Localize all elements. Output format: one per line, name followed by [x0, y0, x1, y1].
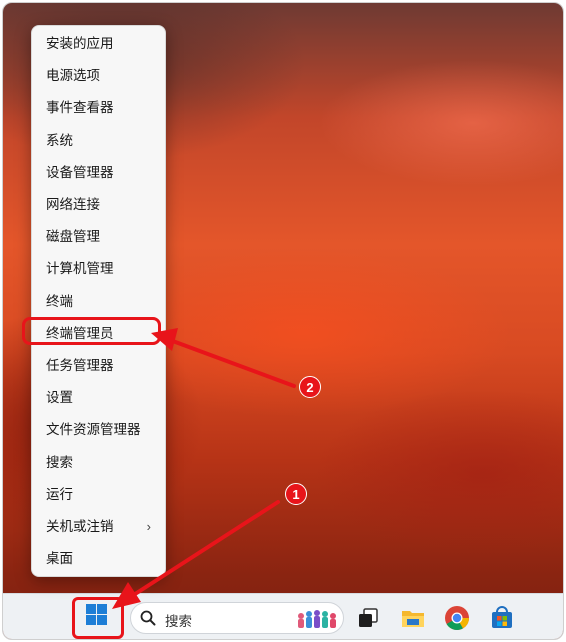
menu-item-search[interactable]: 搜索 [32, 446, 165, 478]
menu-item-label: 桌面 [46, 551, 73, 567]
menu-item-label: 搜索 [46, 454, 73, 470]
menu-item-label: 系统 [46, 132, 73, 148]
menu-item-label: 磁盘管理 [46, 229, 100, 245]
chevron-right-icon: › [146, 518, 151, 534]
menu-item-file-explorer[interactable]: 文件资源管理器 [32, 414, 165, 446]
start-button-highlight [72, 597, 124, 639]
menu-item-label: 终端 [46, 293, 73, 309]
microsoft-store-icon[interactable] [489, 605, 515, 631]
menu-item-disk-management[interactable]: 磁盘管理 [32, 221, 165, 253]
chrome-icon[interactable] [444, 605, 470, 631]
menu-item-label: 安装的应用 [46, 36, 114, 52]
search-label: 搜索 [165, 614, 192, 629]
menu-item-label: 任务管理器 [46, 357, 114, 373]
menu-item-network-connections[interactable]: 网络连接 [32, 189, 165, 221]
menu-item-system[interactable]: 系统 [32, 125, 165, 157]
step-badge-2: 2 [299, 376, 321, 398]
search-icon [140, 610, 156, 626]
menu-item-computer-management[interactable]: 计算机管理 [32, 253, 165, 285]
taskbar-search-box[interactable]: 搜索 [130, 602, 344, 634]
menu-item-power-options[interactable]: 电源选项 [32, 60, 165, 92]
menu-item-label: 设备管理器 [46, 164, 114, 180]
menu-item-device-manager[interactable]: 设备管理器 [32, 157, 165, 189]
file-explorer-icon[interactable] [400, 605, 426, 631]
menu-item-label: 事件查看器 [46, 100, 114, 116]
menu-item-task-manager[interactable]: 任务管理器 [32, 350, 165, 382]
menu-item-terminal[interactable]: 终端 [32, 286, 165, 318]
menu-item-label: 设置 [46, 390, 73, 406]
menu-item-label: 电源选项 [46, 68, 100, 84]
menu-item-run[interactable]: 运行 [32, 479, 165, 511]
menu-item-event-viewer[interactable]: 事件查看器 [32, 92, 165, 124]
menu-item-installed-apps[interactable]: 安装的应用 [32, 28, 165, 60]
menu-item-label: 网络连接 [46, 197, 100, 213]
menu-item-label: 运行 [46, 486, 73, 502]
menu-item-label: 计算机管理 [46, 261, 114, 277]
menu-item-settings[interactable]: 设置 [32, 382, 165, 414]
menu-item-shutdown-signout[interactable]: 关机或注销 › [32, 511, 165, 543]
menu-item-label: 文件资源管理器 [46, 422, 141, 438]
terminal-admin-highlight [22, 317, 161, 345]
search-highlight-illustration-icon [298, 610, 336, 628]
winx-context-menu: 安装的应用 电源选项 事件查看器 系统 设备管理器 网络连接 磁盘管理 计算机管… [31, 25, 166, 577]
task-view-icon[interactable] [355, 605, 381, 631]
step-badge-1: 1 [285, 483, 307, 505]
menu-item-label: 关机或注销 [46, 518, 114, 534]
menu-item-desktop[interactable]: 桌面 [32, 543, 165, 575]
